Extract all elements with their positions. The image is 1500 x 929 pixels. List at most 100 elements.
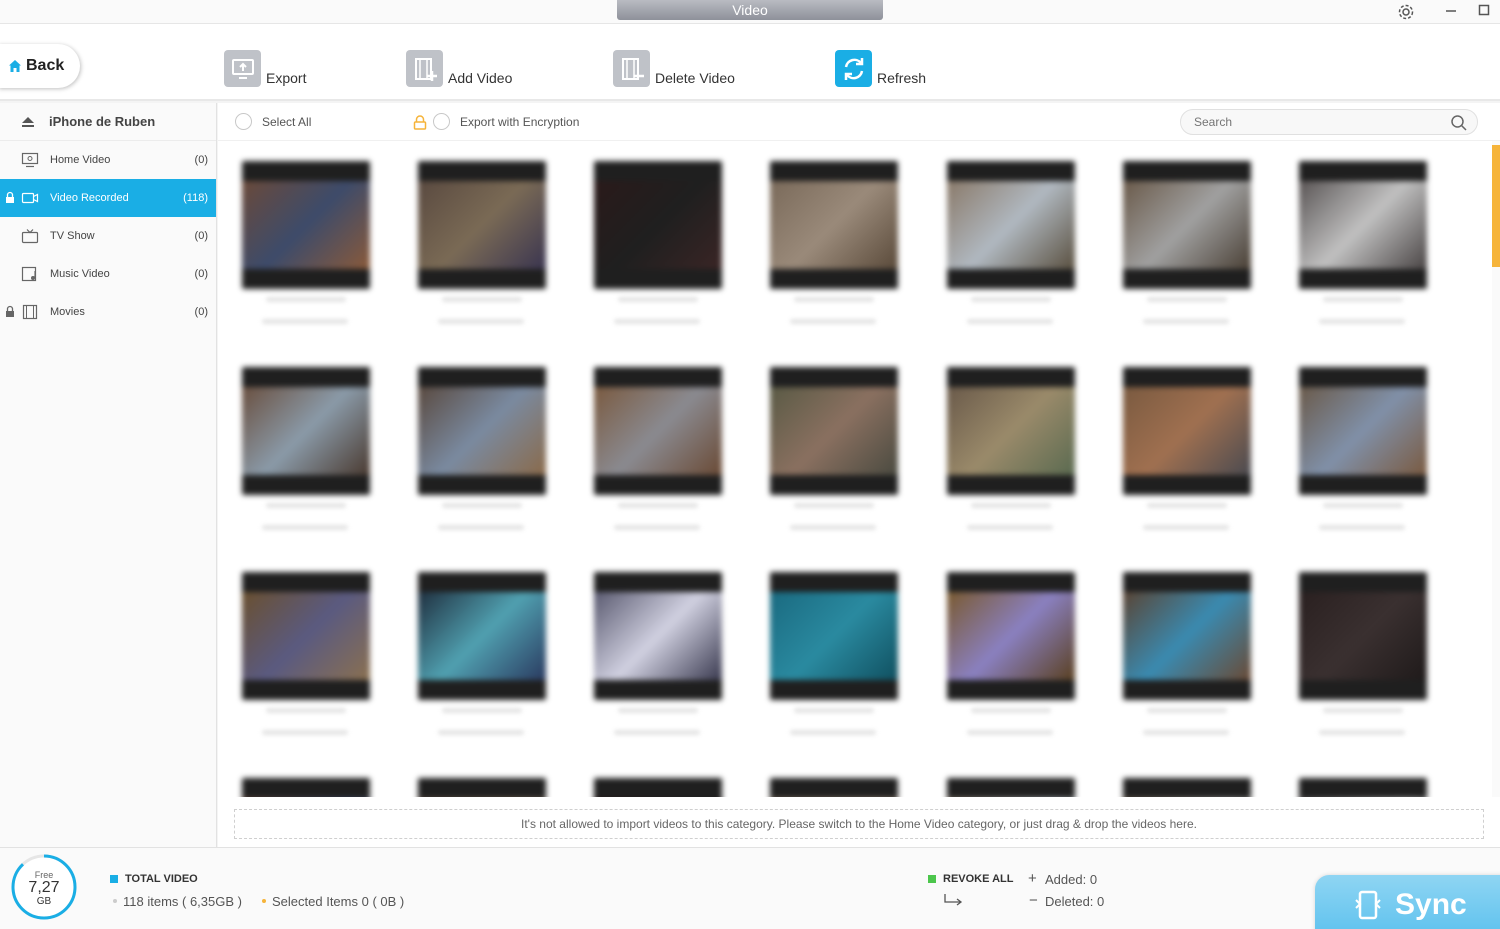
minimize-icon[interactable] xyxy=(1441,3,1461,21)
video-thumbnail-image xyxy=(242,572,370,700)
video-thumbnail[interactable] xyxy=(594,778,722,797)
sidebar-item-label: Video Recorded xyxy=(50,192,129,204)
video-thumbnail[interactable] xyxy=(418,778,546,797)
sidebar-item-count: (118) xyxy=(183,192,208,204)
settings-icon[interactable] xyxy=(1396,3,1416,21)
video-meta-placeholder xyxy=(967,525,1053,530)
delete-video-button[interactable]: Delete Video xyxy=(613,50,735,87)
video-thumbnail[interactable] xyxy=(242,161,370,331)
search-input[interactable] xyxy=(1194,110,1434,134)
video-thumbnail[interactable] xyxy=(770,161,898,331)
video-thumbnail-image xyxy=(1123,161,1251,289)
search-box xyxy=(1180,109,1478,135)
video-thumbnail-image xyxy=(418,367,546,495)
toolbar: Back Export Add Video Delete Video Refre… xyxy=(0,24,1500,101)
select-all-label: Select All xyxy=(262,115,312,129)
video-thumbnail[interactable] xyxy=(1299,572,1427,742)
video-thumbnail[interactable] xyxy=(770,367,898,537)
sidebar-item-movies[interactable]: Movies (0) xyxy=(0,293,216,331)
video-thumbnail[interactable] xyxy=(594,572,722,742)
video-meta-placeholder xyxy=(614,525,700,530)
video-thumbnail[interactable] xyxy=(770,572,898,742)
video-thumbnail[interactable] xyxy=(770,778,898,797)
export-encryption-checkbox[interactable] xyxy=(433,113,450,130)
video-thumbnail[interactable] xyxy=(242,367,370,537)
total-video-marker xyxy=(110,875,118,883)
sidebar-item-tv-show[interactable]: TV Show (0) xyxy=(0,217,216,255)
video-meta-placeholder xyxy=(1319,730,1405,735)
video-meta-placeholder xyxy=(790,319,876,324)
sidebar-item-home-video[interactable]: Home Video (0) xyxy=(0,141,216,179)
free-value: 7,27 xyxy=(28,879,60,896)
video-thumbnail[interactable] xyxy=(1123,778,1251,797)
selection-bar: Select All Export with Encryption xyxy=(218,103,1500,141)
video-thumbnail[interactable] xyxy=(1299,367,1427,537)
video-thumbnail-image xyxy=(770,572,898,700)
video-title-placeholder xyxy=(794,503,874,508)
video-thumbnail[interactable] xyxy=(242,778,370,797)
video-thumbnail-image xyxy=(1123,572,1251,700)
video-thumbnail-image xyxy=(594,161,722,289)
video-thumbnail[interactable] xyxy=(594,367,722,537)
video-thumbnail-image xyxy=(947,572,1075,700)
revoke-all-button[interactable]: REVOKE ALL xyxy=(943,873,1014,885)
sync-button[interactable]: Sync xyxy=(1315,875,1500,929)
refresh-label: Refresh xyxy=(877,70,927,86)
video-thumbnail[interactable] xyxy=(947,778,1075,797)
selected-items: Selected Items 0 ( 0B ) xyxy=(272,894,405,909)
video-title-placeholder xyxy=(1147,503,1227,508)
video-thumbnail-image xyxy=(1299,778,1427,797)
video-meta-placeholder xyxy=(262,319,348,324)
video-thumbnail[interactable] xyxy=(1299,161,1427,331)
video-meta-placeholder xyxy=(1143,730,1229,735)
add-video-label: Add Video xyxy=(448,70,513,86)
search-icon[interactable] xyxy=(1451,115,1467,131)
scrollbar-thumb[interactable] xyxy=(1492,145,1500,267)
back-button[interactable]: Back xyxy=(0,44,80,88)
lock-icon xyxy=(6,191,14,203)
video-title-placeholder xyxy=(1323,297,1403,302)
deleted-count: Deleted: 0 xyxy=(1045,894,1105,909)
free-unit: GB xyxy=(36,896,52,907)
video-title-placeholder xyxy=(618,297,698,302)
title-bar: Video xyxy=(0,0,1500,24)
film-icon xyxy=(21,304,39,320)
video-thumbnail[interactable] xyxy=(418,161,546,331)
video-thumbnail-image xyxy=(1123,778,1251,797)
video-thumbnail-image xyxy=(594,778,722,797)
video-meta-placeholder xyxy=(1143,525,1229,530)
video-title-placeholder xyxy=(266,503,346,508)
video-thumbnail[interactable] xyxy=(418,367,546,537)
refresh-button[interactable]: Refresh xyxy=(835,50,926,87)
video-thumbnail[interactable] xyxy=(947,161,1075,331)
device-header[interactable]: iPhone de Ruben xyxy=(0,103,216,141)
video-thumbnail[interactable] xyxy=(1299,778,1427,797)
video-meta-placeholder xyxy=(438,730,524,735)
video-thumbnail[interactable] xyxy=(418,572,546,742)
video-thumbnail-image xyxy=(947,778,1075,797)
video-title-placeholder xyxy=(442,708,522,713)
camera-icon xyxy=(21,190,39,206)
video-title-placeholder xyxy=(794,297,874,302)
tv-icon xyxy=(21,228,39,244)
video-thumbnail-image xyxy=(770,778,898,797)
sync-label: Sync xyxy=(1395,888,1467,921)
video-thumbnail[interactable] xyxy=(1123,367,1251,537)
video-thumbnail[interactable] xyxy=(947,572,1075,742)
video-thumbnail[interactable] xyxy=(1123,161,1251,331)
device-name: iPhone de Ruben xyxy=(49,114,156,129)
add-video-button[interactable]: Add Video xyxy=(406,50,512,87)
sidebar-item-music-video[interactable]: Music Video (0) xyxy=(0,255,216,293)
total-video-title: TOTAL VIDEO xyxy=(125,873,198,885)
maximize-icon[interactable] xyxy=(1474,3,1494,21)
video-thumbnail[interactable] xyxy=(1123,572,1251,742)
export-button[interactable]: Export xyxy=(224,50,306,87)
sidebar-item-video-recorded[interactable]: Video Recorded (118) xyxy=(0,179,216,217)
video-thumbnail-image xyxy=(947,161,1075,289)
video-thumbnail[interactable] xyxy=(242,572,370,742)
video-title-placeholder xyxy=(1323,708,1403,713)
select-all-checkbox[interactable] xyxy=(235,113,252,130)
video-thumbnail[interactable] xyxy=(594,161,722,331)
video-thumbnail[interactable] xyxy=(947,367,1075,537)
video-title-placeholder xyxy=(442,297,522,302)
